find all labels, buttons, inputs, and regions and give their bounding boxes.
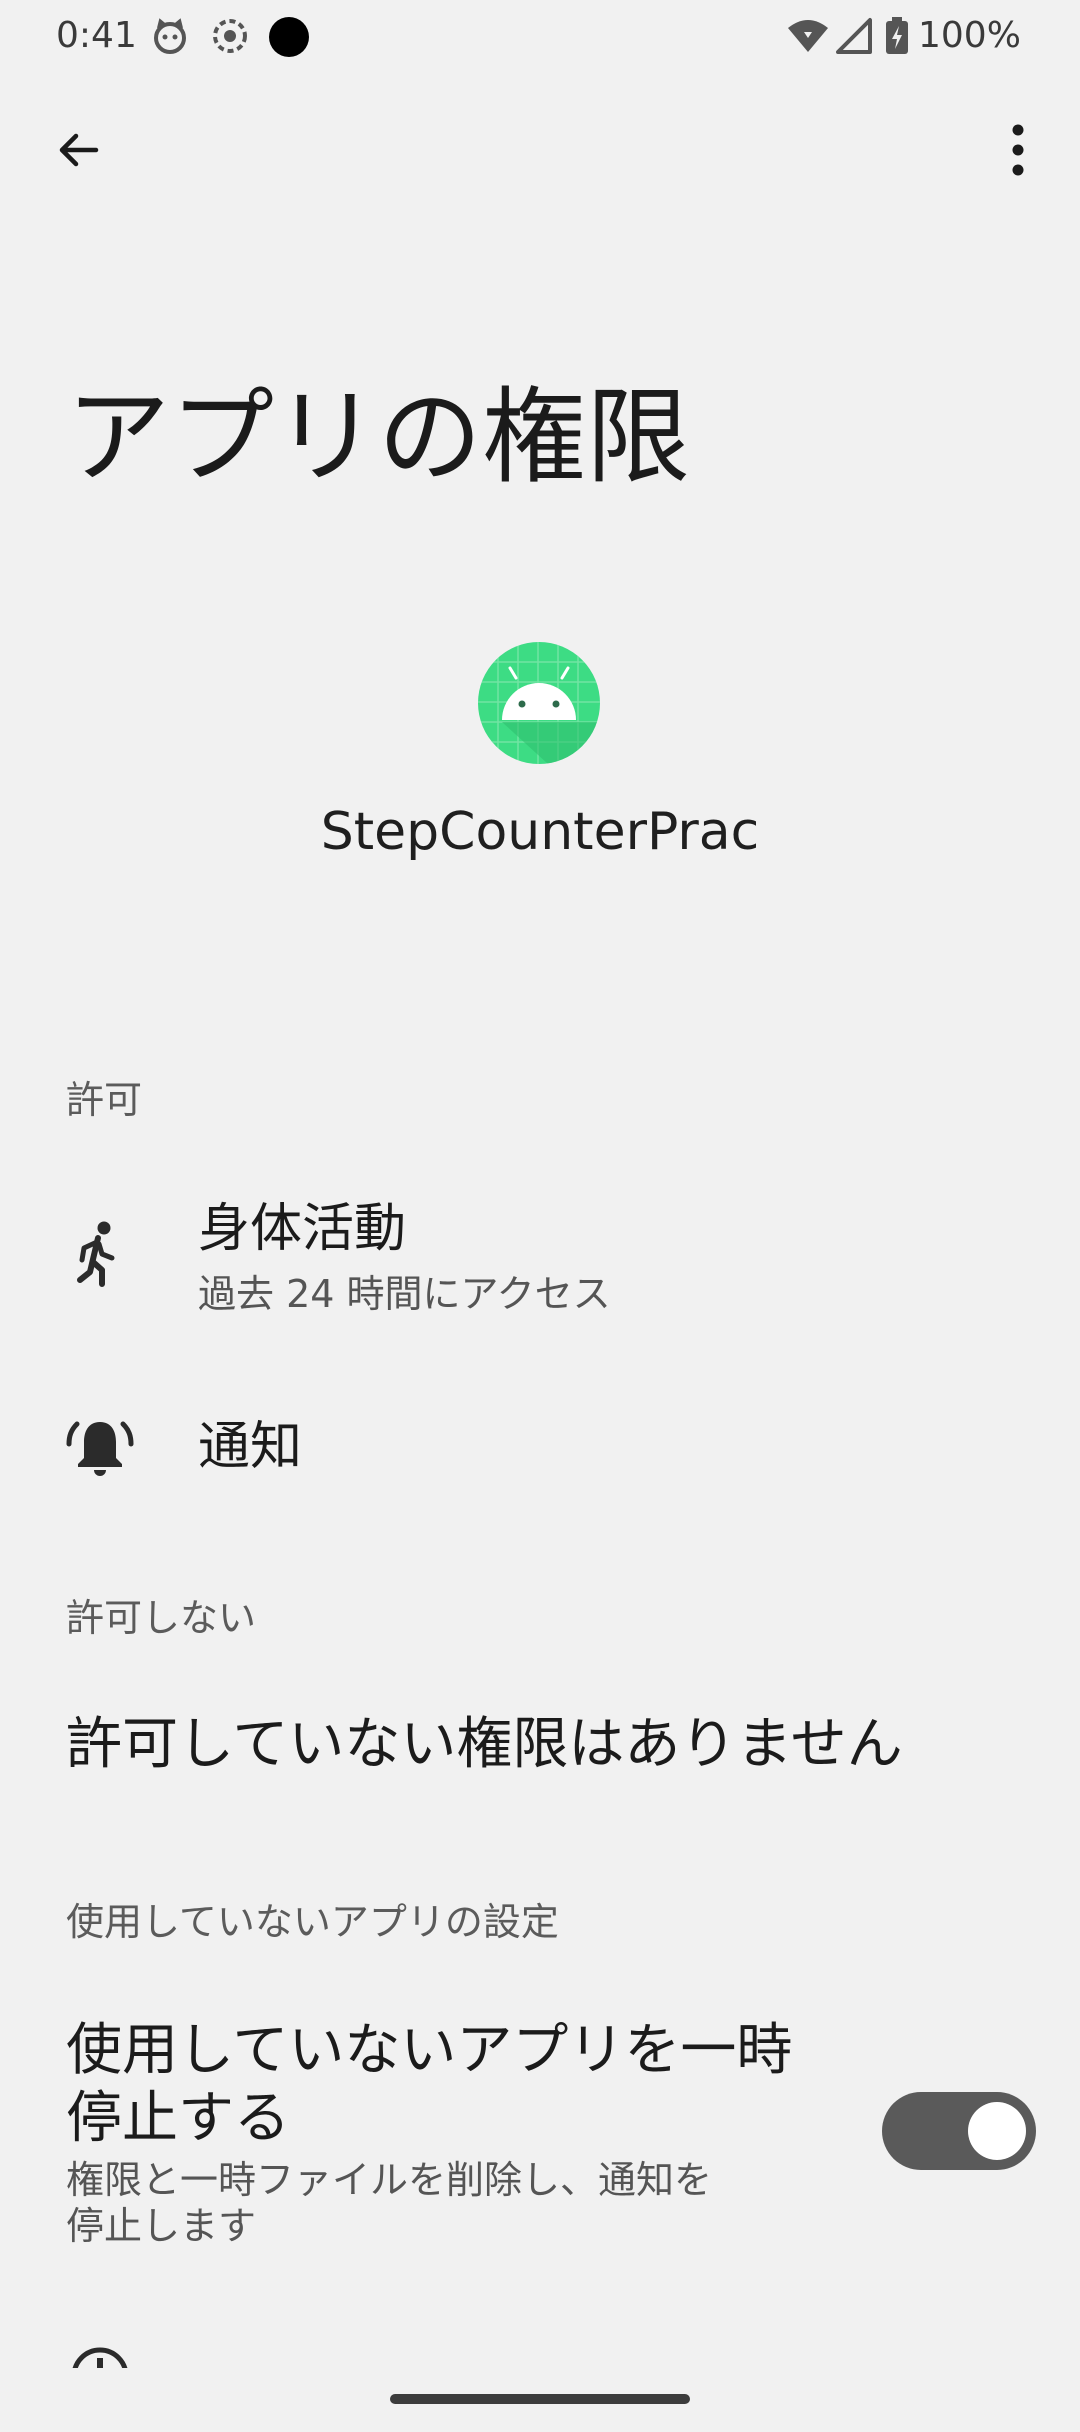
arrow-back-icon: [59, 133, 99, 167]
setting-title-line1: 使用していないアプリを一時: [66, 2018, 793, 2083]
permission-title: 身体活動: [198, 1199, 407, 1259]
app-name: StepCounterPrac: [320, 802, 760, 862]
more-options-button[interactable]: [980, 112, 1056, 188]
setting-title-line2: 停止する: [66, 2086, 290, 2151]
home-gesture-bar[interactable]: [390, 2394, 690, 2404]
camera-cutout: [268, 16, 309, 57]
section-header-unused-apps: 使用していないアプリの設定: [66, 1900, 559, 1944]
back-button[interactable]: [40, 112, 116, 188]
screen-record-icon: [210, 16, 250, 56]
permission-row-physical-activity[interactable]: 身体活動 過去 24 時間にアクセス: [0, 1178, 1080, 1338]
info-icon: [64, 2340, 136, 2368]
permission-row-notifications[interactable]: 通知: [0, 1378, 1080, 1516]
android-icon: [478, 642, 600, 764]
setting-description-line2: 停止します: [66, 2204, 257, 2248]
pause-unused-app-toggle[interactable]: [882, 2092, 1036, 2170]
page-title: アプリの権限: [66, 376, 691, 498]
more-vert-icon: [1012, 124, 1024, 176]
battery-percentage: 100%: [918, 15, 1021, 56]
cat-face-icon: [150, 16, 190, 56]
section-header-allowed: 許可: [66, 1078, 143, 1122]
permission-subtitle: 過去 24 時間にアクセス: [198, 1272, 611, 1316]
cell-signal-icon: [834, 16, 874, 56]
setting-description-line1: 権限と一時ファイルを削除し、通知を: [66, 2158, 713, 2202]
permission-title: 通知: [198, 1417, 303, 1477]
notifications-active-icon: [64, 1412, 136, 1484]
section-header-denied: 許可しない: [66, 1596, 257, 1640]
directions-walk-icon: [64, 1218, 136, 1290]
toggle-thumb: [968, 2102, 1026, 2160]
status-time: 0:41: [56, 15, 137, 56]
wifi-icon: [786, 16, 828, 56]
no-denied-permissions-text: 許可していない権限はありません: [66, 1712, 903, 1777]
